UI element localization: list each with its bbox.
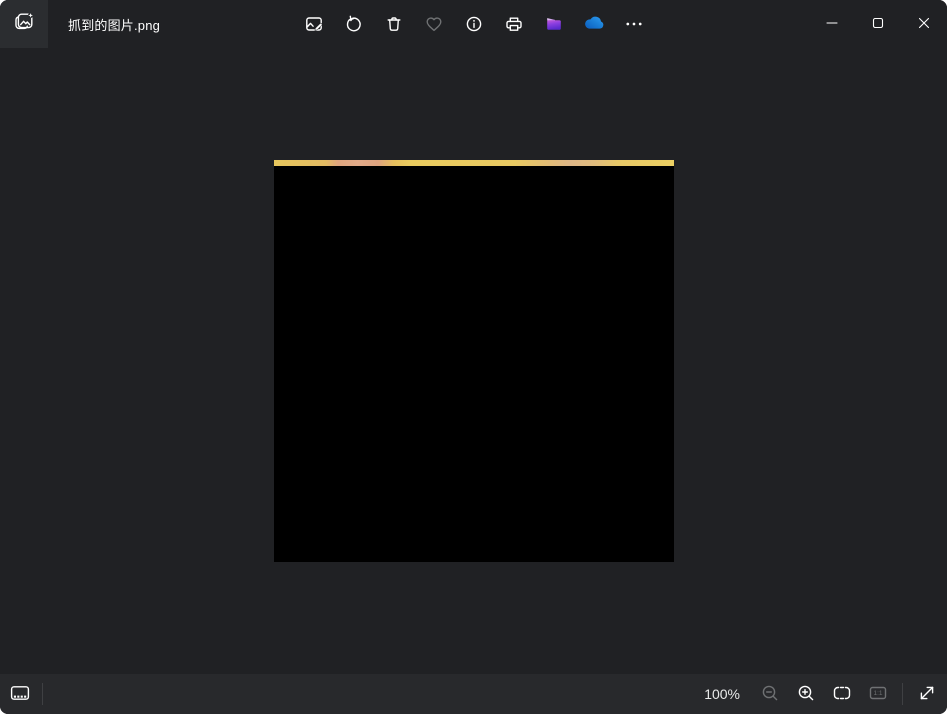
fullscreen-icon xyxy=(917,683,937,706)
rotate-icon xyxy=(344,14,364,34)
edit-image-icon xyxy=(304,14,324,34)
titlebar: 抓到的图片.png xyxy=(0,0,947,48)
statusbar-right: 100% xyxy=(704,678,947,710)
caption-controls xyxy=(809,0,947,48)
onedrive-button[interactable] xyxy=(574,0,614,48)
image-viewer-canvas[interactable] xyxy=(0,48,947,674)
zoom-level-label: 100% xyxy=(704,686,740,702)
delete-button[interactable] xyxy=(374,0,414,48)
statusbar: 100% xyxy=(0,674,947,714)
fit-to-window-button[interactable] xyxy=(824,678,860,710)
maximize-button[interactable] xyxy=(855,0,901,48)
fullscreen-button[interactable] xyxy=(909,678,945,710)
onedrive-cloud-icon xyxy=(583,14,605,34)
actual-size-icon: 1:1 xyxy=(868,683,888,706)
close-button[interactable] xyxy=(901,0,947,48)
rotate-button[interactable] xyxy=(334,0,374,48)
photo-black-area xyxy=(274,166,674,562)
photos-app-window: 抓到的图片.png xyxy=(0,0,947,714)
close-icon xyxy=(914,13,934,36)
photos-app-icon xyxy=(12,10,36,39)
photos-app-button[interactable] xyxy=(0,0,48,48)
zoom-out-icon xyxy=(760,683,780,706)
heart-icon xyxy=(424,14,444,34)
maximize-icon xyxy=(868,13,888,36)
zoom-out-button[interactable] xyxy=(752,678,788,710)
photo-image[interactable] xyxy=(274,160,674,562)
minimize-icon xyxy=(822,13,842,36)
statusbar-left xyxy=(0,678,49,710)
actual-size-button[interactable]: 1:1 xyxy=(860,678,896,710)
file-info-button[interactable] xyxy=(454,0,494,48)
actual-size-text: 1:1 xyxy=(873,690,882,697)
window-title: 抓到的图片.png xyxy=(68,15,160,34)
statusbar-divider-left xyxy=(42,683,43,705)
edit-image-button[interactable] xyxy=(294,0,334,48)
see-more-button[interactable] xyxy=(614,0,654,48)
info-icon xyxy=(464,14,484,34)
toolbar xyxy=(294,0,654,48)
printer-icon xyxy=(504,14,524,34)
statusbar-divider-right xyxy=(902,683,903,705)
zoom-in-button[interactable] xyxy=(788,678,824,710)
ellipsis-icon xyxy=(624,14,644,34)
minimize-button[interactable] xyxy=(809,0,855,48)
filmstrip-toggle-button[interactable] xyxy=(4,678,36,710)
clipchamp-icon xyxy=(544,14,564,34)
print-button[interactable] xyxy=(494,0,534,48)
trash-icon xyxy=(384,14,404,34)
fit-to-window-icon xyxy=(832,683,852,706)
filmstrip-icon xyxy=(9,683,31,706)
clipchamp-button[interactable] xyxy=(534,0,574,48)
zoom-in-icon xyxy=(796,683,816,706)
favorite-button[interactable] xyxy=(414,0,454,48)
